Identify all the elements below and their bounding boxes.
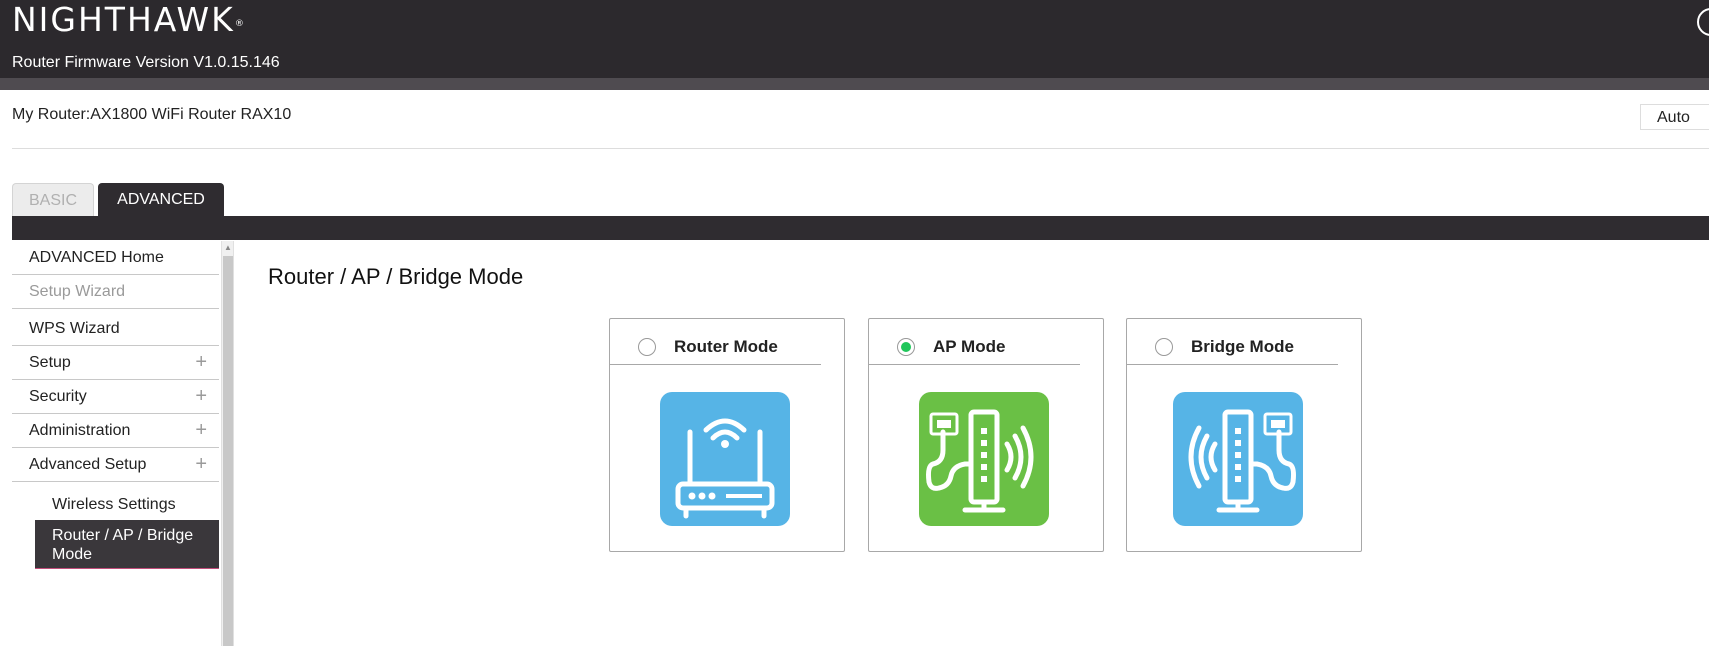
sidebar-item-administration[interactable]: Administration +: [12, 414, 219, 448]
sidebar-item-setup-wizard[interactable]: Setup Wizard: [12, 275, 219, 309]
sidebar-subitem-router-ap-bridge-mode[interactable]: Router / AP / Bridge Mode: [35, 520, 219, 569]
tab-basic[interactable]: BASIC: [12, 183, 94, 217]
sidebar-item-label: Setup: [29, 354, 71, 371]
sidebar-item-advanced-setup[interactable]: Advanced Setup +: [12, 448, 219, 482]
ap-mode-radio[interactable]: [897, 338, 915, 356]
bridge-icon: [1173, 392, 1303, 526]
access-point-icon: [919, 392, 1049, 526]
sidebar-item-label: ADVANCED Home: [29, 249, 164, 266]
nighthawk-logo: NIGHTHAWK®: [12, 0, 244, 40]
expand-plus-icon[interactable]: +: [195, 420, 207, 440]
page-title: Router / AP / Bridge Mode: [268, 264, 524, 289]
sidebar-item-setup[interactable]: Setup +: [12, 346, 219, 380]
router-mode-radio[interactable]: [638, 338, 656, 356]
router-model: AX1800 WiFi Router RAX10: [90, 106, 292, 123]
mode-card-header: Router Mode: [610, 319, 821, 365]
scroll-up-arrow-icon[interactable]: ▲: [224, 243, 232, 252]
top-header: NIGHTHAWK® Router Firmware Version V1.0.…: [0, 0, 1709, 78]
tab-advanced[interactable]: ADVANCED: [98, 183, 224, 217]
logo-registered-mark: ®: [234, 19, 244, 29]
logo-text: NIGHTHAWK: [12, 0, 235, 39]
expand-plus-icon[interactable]: +: [195, 352, 207, 372]
sidebar-item-label: Administration: [29, 422, 131, 439]
header-divider-bar: [0, 78, 1709, 90]
tab-content-bar: [12, 216, 1709, 240]
sidebar-item-label: WPS Wizard: [29, 320, 120, 337]
mode-card-header: AP Mode: [869, 319, 1080, 365]
ap-mode-card[interactable]: AP Mode: [868, 318, 1104, 552]
sidebar-scrollbar[interactable]: ▲: [221, 241, 234, 646]
sidebar-item-label: Setup Wizard: [29, 283, 126, 300]
expand-plus-icon[interactable]: +: [195, 454, 207, 474]
router-icon: [660, 392, 790, 526]
firmware-version: Router Firmware Version V1.0.15.146: [12, 54, 280, 71]
sidebar-item-wps-wizard[interactable]: WPS Wizard: [12, 312, 219, 346]
mode-card-header: Bridge Mode: [1127, 319, 1338, 365]
my-router-label: My Router:: [12, 106, 91, 123]
router-mode-card[interactable]: Router Mode: [609, 318, 845, 552]
bridge-mode-label: Bridge Mode: [1191, 337, 1294, 356]
my-router-info: My Router:AX1800 WiFi Router RAX10: [12, 106, 291, 124]
bridge-mode-radio[interactable]: [1155, 338, 1173, 356]
sidebar-item-advanced-home[interactable]: ADVANCED Home: [12, 241, 219, 275]
scroll-thumb[interactable]: [223, 256, 233, 646]
sidebar-item-label: Security: [29, 388, 87, 405]
account-icon[interactable]: [1697, 8, 1709, 36]
ap-mode-label: AP Mode: [933, 337, 1006, 356]
bridge-mode-card[interactable]: Bridge Mode: [1126, 318, 1362, 552]
sidebar-subitem-wireless-settings[interactable]: Wireless Settings: [35, 496, 219, 514]
auto-refresh-select[interactable]: Auto: [1640, 104, 1709, 130]
sidebar-item-security[interactable]: Security +: [12, 380, 219, 414]
sidebar-item-label: Advanced Setup: [29, 456, 147, 473]
router-mode-label: Router Mode: [674, 337, 778, 356]
sidebar-menu: ADVANCED Home Setup Wizard WPS Wizard Se…: [12, 241, 220, 646]
expand-plus-icon[interactable]: +: [195, 386, 207, 406]
divider: [12, 148, 1709, 149]
